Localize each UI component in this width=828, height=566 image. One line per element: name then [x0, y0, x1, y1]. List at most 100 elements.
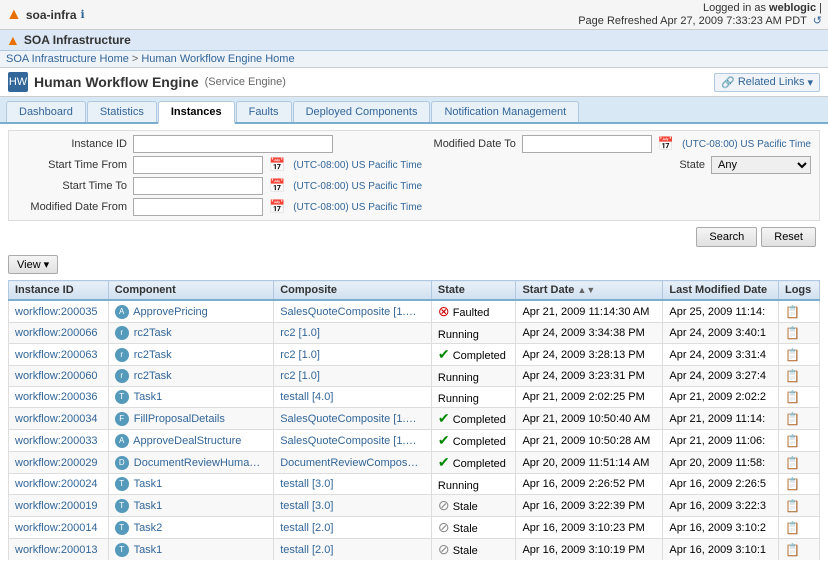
instance-id-link[interactable]: workflow:200035 [15, 306, 98, 318]
log-icon[interactable]: 📋 [785, 543, 800, 557]
component-link[interactable]: Task1 [134, 391, 163, 403]
component-icon: T [115, 390, 129, 404]
related-links-icon: 🔗 [721, 76, 735, 89]
col-start-date[interactable]: Start Date ▲▼ [516, 281, 663, 301]
cell-last-modified: Apr 20, 2009 11:58: [663, 452, 779, 474]
modified-date-to-label: Modified Date To [396, 138, 516, 150]
cell-logs: 📋 [778, 474, 819, 495]
component-link[interactable]: Task1 [134, 478, 163, 490]
app-name-area: ▲ soa-infra ℹ [6, 6, 85, 24]
instance-id-link[interactable]: workflow:200029 [15, 457, 98, 469]
start-time-to-input[interactable] [133, 177, 263, 195]
view-dropdown-button[interactable]: View ▾ [8, 255, 58, 274]
composite-link[interactable]: testall [4.0] [280, 391, 333, 403]
start-time-to-label: Start Time To [17, 180, 127, 192]
instance-id-link[interactable]: workflow:200014 [15, 522, 98, 534]
instance-id-input[interactable] [133, 135, 333, 153]
composite-link[interactable]: testall [3.0] [280, 478, 333, 490]
log-icon[interactable]: 📋 [785, 434, 800, 448]
log-icon[interactable]: 📋 [785, 305, 800, 319]
related-links-label: Related Links [738, 76, 805, 88]
reset-button[interactable]: Reset [761, 227, 816, 247]
cell-last-modified: Apr 16, 2009 3:10:1 [663, 539, 779, 561]
filter-row-3: Start Time To 📅 (UTC-08:00) US Pacific T… [17, 177, 811, 195]
composite-link[interactable]: DocumentReviewCompos… [280, 457, 418, 469]
modified-date-from-input[interactable] [133, 198, 263, 216]
tab-bar: Dashboard Statistics Instances Faults De… [0, 97, 828, 124]
tab-deployed-components[interactable]: Deployed Components [293, 101, 431, 122]
composite-link[interactable]: SalesQuoteComposite [1.… [280, 306, 416, 318]
modified-date-to-input[interactable] [522, 135, 652, 153]
tab-faults[interactable]: Faults [236, 101, 292, 122]
state-select[interactable]: Any Running Completed Faulted Stale [711, 156, 811, 174]
cell-composite: testall [3.0] [274, 495, 432, 517]
cell-composite: SalesQuoteComposite [1.… [274, 408, 432, 430]
composite-link[interactable]: testall [2.0] [280, 522, 333, 534]
composite-link[interactable]: rc2 [1.0] [280, 370, 320, 382]
log-icon[interactable]: 📋 [785, 390, 800, 404]
component-icon: r [115, 326, 129, 340]
start-time-to-calendar-icon[interactable]: 📅 [269, 178, 285, 194]
cell-state: ✔ Completed [431, 452, 516, 474]
log-icon[interactable]: 📋 [785, 477, 800, 491]
component-link[interactable]: Task1 [134, 499, 163, 511]
component-link[interactable]: FillProposalDetails [134, 412, 225, 424]
start-time-from-input[interactable] [133, 156, 263, 174]
log-icon[interactable]: 📋 [785, 456, 800, 470]
log-icon[interactable]: 📋 [785, 412, 800, 426]
composite-link[interactable]: testall [3.0] [280, 500, 333, 512]
component-link[interactable]: rc2Task [134, 327, 172, 339]
tab-dashboard[interactable]: Dashboard [6, 101, 86, 122]
cell-last-modified: Apr 21, 2009 11:14: [663, 408, 779, 430]
instance-id-link[interactable]: workflow:200033 [15, 435, 98, 447]
instance-id-link[interactable]: workflow:200060 [15, 370, 98, 382]
composite-link[interactable]: SalesQuoteComposite [1.… [280, 435, 416, 447]
search-button[interactable]: Search [696, 227, 757, 247]
table-row: workflow:200024 T Task1 testall [3.0] Ru… [9, 474, 820, 495]
tab-instances[interactable]: Instances [158, 101, 235, 124]
composite-link[interactable]: testall [2.0] [280, 544, 333, 556]
tab-notification-management[interactable]: Notification Management [431, 101, 579, 122]
modified-date-to-calendar-icon[interactable]: 📅 [658, 136, 674, 152]
component-link[interactable]: rc2Task [134, 348, 172, 360]
instance-id-link[interactable]: workflow:200013 [15, 544, 98, 556]
info-icon[interactable]: ℹ [81, 8, 85, 21]
instance-id-link[interactable]: workflow:200024 [15, 478, 98, 490]
component-icon: T [115, 521, 129, 535]
composite-link[interactable]: SalesQuoteComposite [1.… [280, 413, 416, 425]
component-icon: r [115, 369, 129, 383]
start-time-from-calendar-icon[interactable]: 📅 [269, 157, 285, 173]
component-link[interactable]: DocumentReviewHuma… [134, 456, 261, 468]
instance-id-link[interactable]: workflow:200063 [15, 349, 98, 361]
composite-link[interactable]: rc2 [1.0] [280, 327, 320, 339]
page-subtitle: (Service Engine) [205, 76, 286, 88]
table-row: workflow:200019 T Task1 testall [3.0] ⊘ … [9, 495, 820, 517]
component-link[interactable]: rc2Task [134, 370, 172, 382]
log-icon[interactable]: 📋 [785, 348, 800, 362]
log-icon[interactable]: 📋 [785, 326, 800, 340]
instance-id-link[interactable]: workflow:200066 [15, 327, 98, 339]
cell-component: F FillProposalDetails [108, 408, 273, 430]
modified-date-from-calendar-icon[interactable]: 📅 [269, 199, 285, 215]
log-icon[interactable]: 📋 [785, 369, 800, 383]
tab-statistics[interactable]: Statistics [87, 101, 157, 122]
component-link[interactable]: Task2 [134, 521, 163, 533]
cell-component: T Task1 [108, 474, 273, 495]
breadcrumb-soa-home[interactable]: SOA Infrastructure Home [6, 53, 129, 65]
col-instance-id: Instance ID [9, 281, 109, 301]
modified-date-from-label: Modified Date From [17, 201, 127, 213]
cell-state: ⊘ Stale [431, 517, 516, 539]
log-icon[interactable]: 📋 [785, 499, 800, 513]
log-icon[interactable]: 📋 [785, 521, 800, 535]
component-link[interactable]: ApprovePricing [133, 305, 208, 317]
refresh-icon[interactable]: ↺ [813, 15, 822, 27]
instance-id-link[interactable]: workflow:200034 [15, 413, 98, 425]
component-link[interactable]: Task1 [134, 543, 163, 555]
related-links-button[interactable]: 🔗 Related Links ▾ [714, 73, 820, 92]
composite-link[interactable]: rc2 [1.0] [280, 349, 320, 361]
cell-logs: 📋 [778, 323, 819, 344]
instance-id-link[interactable]: workflow:200019 [15, 500, 98, 512]
component-link[interactable]: ApproveDealStructure [133, 434, 241, 446]
instance-id-link[interactable]: workflow:200036 [15, 391, 98, 403]
table-row: workflow:200036 T Task1 testall [4.0] Ru… [9, 387, 820, 408]
